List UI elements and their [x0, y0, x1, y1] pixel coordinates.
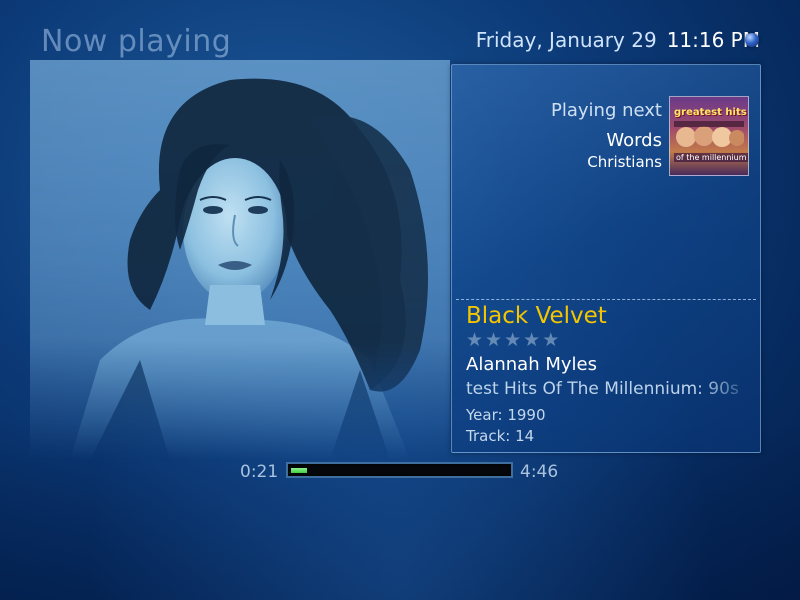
next-cover-subtitle: of the millennium	[674, 153, 748, 162]
star-rating[interactable]: ★ ★ ★ ★ ★	[466, 331, 559, 350]
star-icon[interactable]: ★	[466, 331, 483, 350]
next-cover-title: greatest hits	[674, 107, 747, 118]
track-number: Track: 14	[466, 427, 535, 445]
orb-icon[interactable]	[745, 33, 759, 47]
album-name: test Hits Of The Millennium: 90s	[466, 379, 739, 399]
page-title: Now playing	[41, 24, 232, 59]
star-icon[interactable]: ★	[523, 331, 540, 350]
date-label: Friday, January 29	[475, 28, 657, 52]
song-year: Year: 1990	[466, 406, 546, 424]
progress-fill	[291, 468, 307, 473]
total-time: 4:46	[520, 462, 559, 482]
panel-divider	[456, 299, 756, 300]
clock: Friday, January 29 11:16 PM	[476, 28, 760, 52]
star-icon[interactable]: ★	[485, 331, 502, 350]
cover-faces	[674, 121, 744, 147]
playing-next-label: Playing next	[551, 100, 662, 121]
song-title: Black Velvet	[466, 303, 607, 329]
info-panel: Playing next Words Christians greatest h…	[451, 64, 761, 453]
next-song-title: Words	[606, 130, 662, 151]
star-icon[interactable]: ★	[504, 331, 521, 350]
album-art	[30, 60, 450, 460]
elapsed-time: 0:21	[240, 462, 279, 482]
next-album-cover[interactable]: greatest hits of the millennium	[669, 96, 749, 176]
next-song-artist: Christians	[587, 153, 662, 171]
star-icon[interactable]: ★	[542, 331, 559, 350]
progress-bar[interactable]	[286, 462, 513, 478]
artist-name: Alannah Myles	[466, 354, 597, 375]
